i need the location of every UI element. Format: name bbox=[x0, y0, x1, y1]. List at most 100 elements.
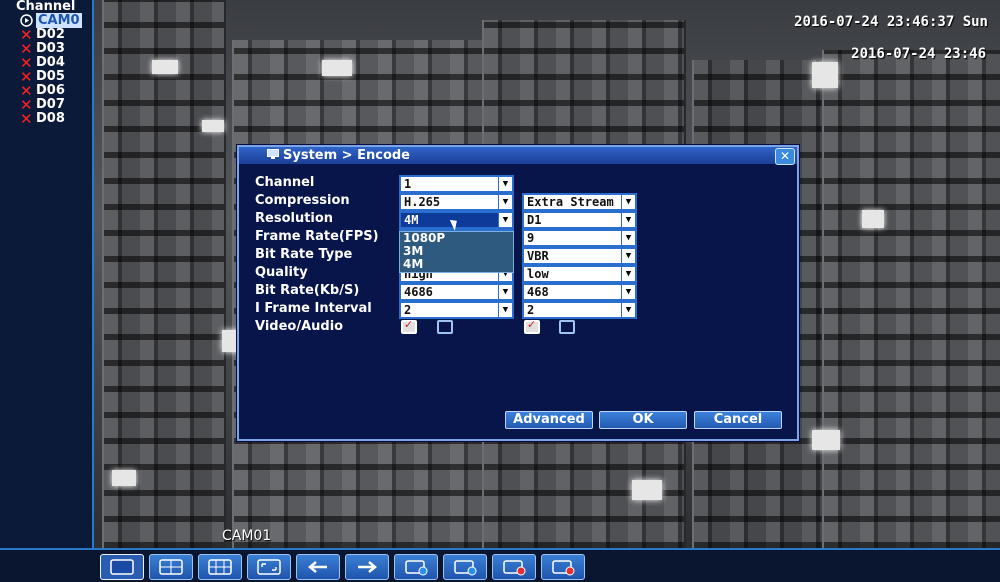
extra-resolution-select[interactable]: D1 ▼ bbox=[522, 211, 637, 229]
label-bit-rate-type: Bit Rate Type bbox=[255, 247, 353, 262]
chevron-down-icon: ▼ bbox=[621, 303, 635, 317]
extra-quality-select[interactable]: low ▼ bbox=[522, 265, 637, 283]
lit-window bbox=[862, 210, 884, 228]
select-value: D1 bbox=[527, 213, 542, 227]
select-value: 9 bbox=[527, 231, 535, 245]
sidebar-title: Channel bbox=[16, 0, 76, 14]
select-value: VBR bbox=[527, 249, 549, 263]
chevron-down-icon: ▼ bbox=[621, 231, 635, 245]
lit-window bbox=[202, 120, 224, 132]
main-video-checkbox[interactable] bbox=[401, 318, 417, 334]
channel-item-d02[interactable]: ✕ D02 bbox=[0, 27, 92, 43]
feed-timestamp: 2016-07-24 23:46:37 Sun bbox=[794, 14, 988, 30]
select-value: 1 bbox=[404, 177, 412, 191]
osd-timestamp: 2016-07-24 23:46 bbox=[851, 46, 986, 62]
ok-button[interactable]: OK bbox=[599, 411, 687, 429]
dropdown-option[interactable]: 4M bbox=[400, 258, 513, 271]
extra-stream-select[interactable]: Extra Stream ▼ bbox=[522, 193, 637, 211]
layout-1-button[interactable] bbox=[100, 554, 144, 580]
encode-dialog: System > Encode ✕ Channel Compression Re… bbox=[237, 145, 799, 441]
chevron-down-icon: ▼ bbox=[498, 285, 512, 299]
channel-label: CAM0 bbox=[36, 13, 82, 28]
label-video-audio: Video/Audio bbox=[255, 319, 344, 334]
arrow-left-icon bbox=[308, 561, 327, 573]
next-button[interactable] bbox=[345, 554, 389, 580]
channel-item-d06[interactable]: ✕ D06 bbox=[0, 84, 92, 99]
channel-label: D07 bbox=[36, 97, 65, 112]
channel-item-d03[interactable]: ✕ D03 bbox=[0, 41, 92, 57]
channel-item-d07[interactable]: ✕ D07 bbox=[0, 97, 92, 113]
channel-item-d05[interactable]: ✕ D05 bbox=[0, 70, 92, 85]
lit-window bbox=[812, 430, 840, 450]
label-frame-rate: Frame Rate(FPS) bbox=[255, 229, 379, 244]
extra-bit-rate-select[interactable]: 468 ▼ bbox=[522, 283, 637, 301]
layout-4-button[interactable] bbox=[149, 554, 193, 580]
advanced-button[interactable]: Advanced bbox=[505, 411, 593, 429]
label-channel: Channel bbox=[255, 175, 315, 190]
channel-item-d08[interactable]: ✕ D08 bbox=[0, 111, 92, 127]
close-button[interactable]: ✕ bbox=[775, 148, 795, 165]
fullscreen-icon bbox=[257, 559, 281, 575]
extra-i-frame-interval-select[interactable]: 2 ▼ bbox=[522, 301, 637, 319]
layout-8-button[interactable] bbox=[198, 554, 242, 580]
select-value: low bbox=[527, 267, 549, 281]
monitor-icon bbox=[267, 147, 279, 164]
bit-rate-select[interactable]: 4686 ▼ bbox=[399, 283, 514, 301]
chevron-down-icon: ▼ bbox=[621, 249, 635, 263]
channel-label: D08 bbox=[36, 111, 65, 126]
single-screen-icon bbox=[110, 559, 134, 575]
channel-item-cam0[interactable]: CAM0 bbox=[0, 13, 92, 28]
chevron-down-icon: ▼ bbox=[498, 177, 512, 191]
ptz-button[interactable] bbox=[492, 554, 536, 580]
chevron-down-icon: ▼ bbox=[621, 195, 635, 209]
main-audio-checkbox[interactable] bbox=[437, 320, 453, 334]
building bbox=[822, 50, 1000, 548]
channel-select[interactable]: 1 ▼ bbox=[399, 175, 514, 193]
chevron-down-icon: ▼ bbox=[621, 267, 635, 281]
lit-window bbox=[812, 62, 838, 88]
label-i-frame-interval: I Frame Interval bbox=[255, 301, 372, 316]
quad-screen-icon bbox=[159, 559, 183, 575]
select-value: H.265 bbox=[404, 195, 441, 209]
chevron-down-icon: ▼ bbox=[498, 213, 512, 227]
lit-window bbox=[322, 60, 352, 76]
bottom-toolbar bbox=[0, 548, 1000, 582]
channel-item-d04[interactable]: ✕ D04 bbox=[0, 55, 92, 71]
lit-window bbox=[112, 470, 136, 486]
channel-sidebar: Channel CAM0 ✕ D02 ✕ D03 ✕ D04 ✕ D05 ✕ D06 ✕ D… bbox=[0, 0, 94, 548]
dialog-titlebar: System > Encode bbox=[239, 147, 797, 164]
channel-label: D02 bbox=[36, 27, 65, 42]
extra-audio-checkbox[interactable] bbox=[559, 320, 575, 334]
cancel-button[interactable]: Cancel bbox=[694, 411, 782, 429]
resolution-dropdown-list: 1080P 3M 4M bbox=[399, 231, 514, 273]
compression-select[interactable]: H.265 ▼ bbox=[399, 193, 514, 211]
chevron-down-icon: ▼ bbox=[621, 285, 635, 299]
extra-frame-rate-select[interactable]: 9 ▼ bbox=[522, 229, 637, 247]
label-resolution: Resolution bbox=[255, 211, 334, 226]
previous-button[interactable] bbox=[296, 554, 340, 580]
select-value: 468 bbox=[527, 285, 549, 299]
stop-button[interactable] bbox=[541, 554, 585, 580]
record-button[interactable] bbox=[394, 554, 438, 580]
extra-video-checkbox[interactable] bbox=[524, 318, 540, 334]
fullscreen-button[interactable] bbox=[247, 554, 291, 580]
select-value: 4686 bbox=[404, 285, 433, 299]
channel-label: D04 bbox=[36, 55, 65, 70]
lit-window bbox=[152, 60, 178, 74]
i-frame-interval-select[interactable]: 2 ▼ bbox=[399, 301, 514, 319]
record-icon bbox=[405, 560, 428, 576]
building bbox=[102, 0, 226, 548]
playback-button[interactable] bbox=[443, 554, 487, 580]
chevron-down-icon: ▼ bbox=[621, 213, 635, 227]
select-value: Extra Stream bbox=[527, 195, 614, 209]
stop-record-icon bbox=[552, 560, 575, 576]
extra-bit-rate-type-select[interactable]: VBR ▼ bbox=[522, 247, 637, 265]
channel-label: D03 bbox=[36, 41, 65, 56]
label-bit-rate: Bit Rate(Kb/S) bbox=[255, 283, 360, 298]
arrow-right-icon bbox=[358, 561, 377, 573]
lit-window bbox=[632, 480, 662, 500]
label-compression: Compression bbox=[255, 193, 350, 208]
chevron-down-icon: ▼ bbox=[498, 195, 512, 209]
multi-screen-icon bbox=[208, 559, 232, 575]
dialog-title: System > Encode bbox=[283, 148, 410, 163]
